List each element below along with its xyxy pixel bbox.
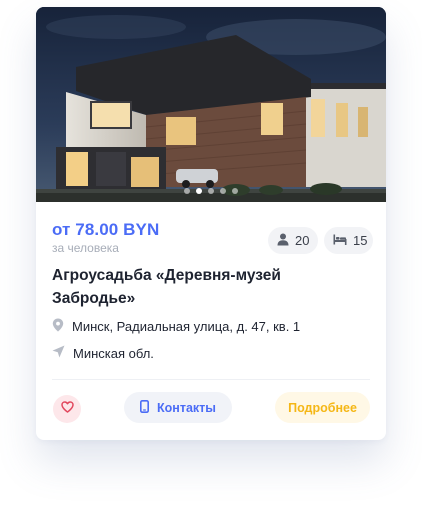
carousel-dot[interactable] xyxy=(232,188,238,194)
person-icon xyxy=(277,233,289,249)
heart-icon xyxy=(60,400,74,418)
listing-title[interactable]: Агроусадьба «Деревня-музей Забродье» xyxy=(52,264,352,310)
price-value: от 78.00 BYN xyxy=(52,220,160,239)
carousel-dots xyxy=(36,188,386,194)
beds-chip: 15 xyxy=(324,227,373,254)
bed-icon xyxy=(333,233,347,248)
region-line: Минская обл. xyxy=(52,345,154,361)
guests-chip: 20 xyxy=(268,227,318,254)
region-text: Минская обл. xyxy=(73,345,154,361)
carousel-dot[interactable] xyxy=(220,188,226,194)
more-details-button[interactable]: Подробнее xyxy=(275,392,370,423)
contacts-label: Контакты xyxy=(157,400,216,415)
favorite-button[interactable] xyxy=(53,395,81,423)
price-row: от 78.00 BYN xyxy=(52,220,159,240)
more-label: Подробнее xyxy=(288,400,357,415)
carousel-dot[interactable] xyxy=(184,188,190,194)
phone-icon xyxy=(140,399,150,416)
guests-count: 20 xyxy=(295,233,310,248)
beds-count: 15 xyxy=(353,233,368,248)
address-line: Минск, Радиальная улица, д. 47, кв. 1 xyxy=(52,318,300,335)
map-pin-icon xyxy=(52,318,64,335)
carousel-dot-active[interactable] xyxy=(196,188,202,194)
address-text: Минск, Радиальная улица, д. 47, кв. 1 xyxy=(72,319,301,334)
price-note: за человека xyxy=(52,241,119,255)
carousel-dot[interactable] xyxy=(208,188,214,194)
listing-card[interactable]: от 78.00 BYN за человека 20 15 Агроусадь… xyxy=(36,7,386,440)
navigation-arrow-icon xyxy=(52,345,65,361)
contacts-button[interactable]: Контакты xyxy=(124,392,232,423)
card-divider xyxy=(52,379,370,380)
house-photo xyxy=(36,7,386,202)
listing-photo-carousel[interactable] xyxy=(36,7,386,202)
